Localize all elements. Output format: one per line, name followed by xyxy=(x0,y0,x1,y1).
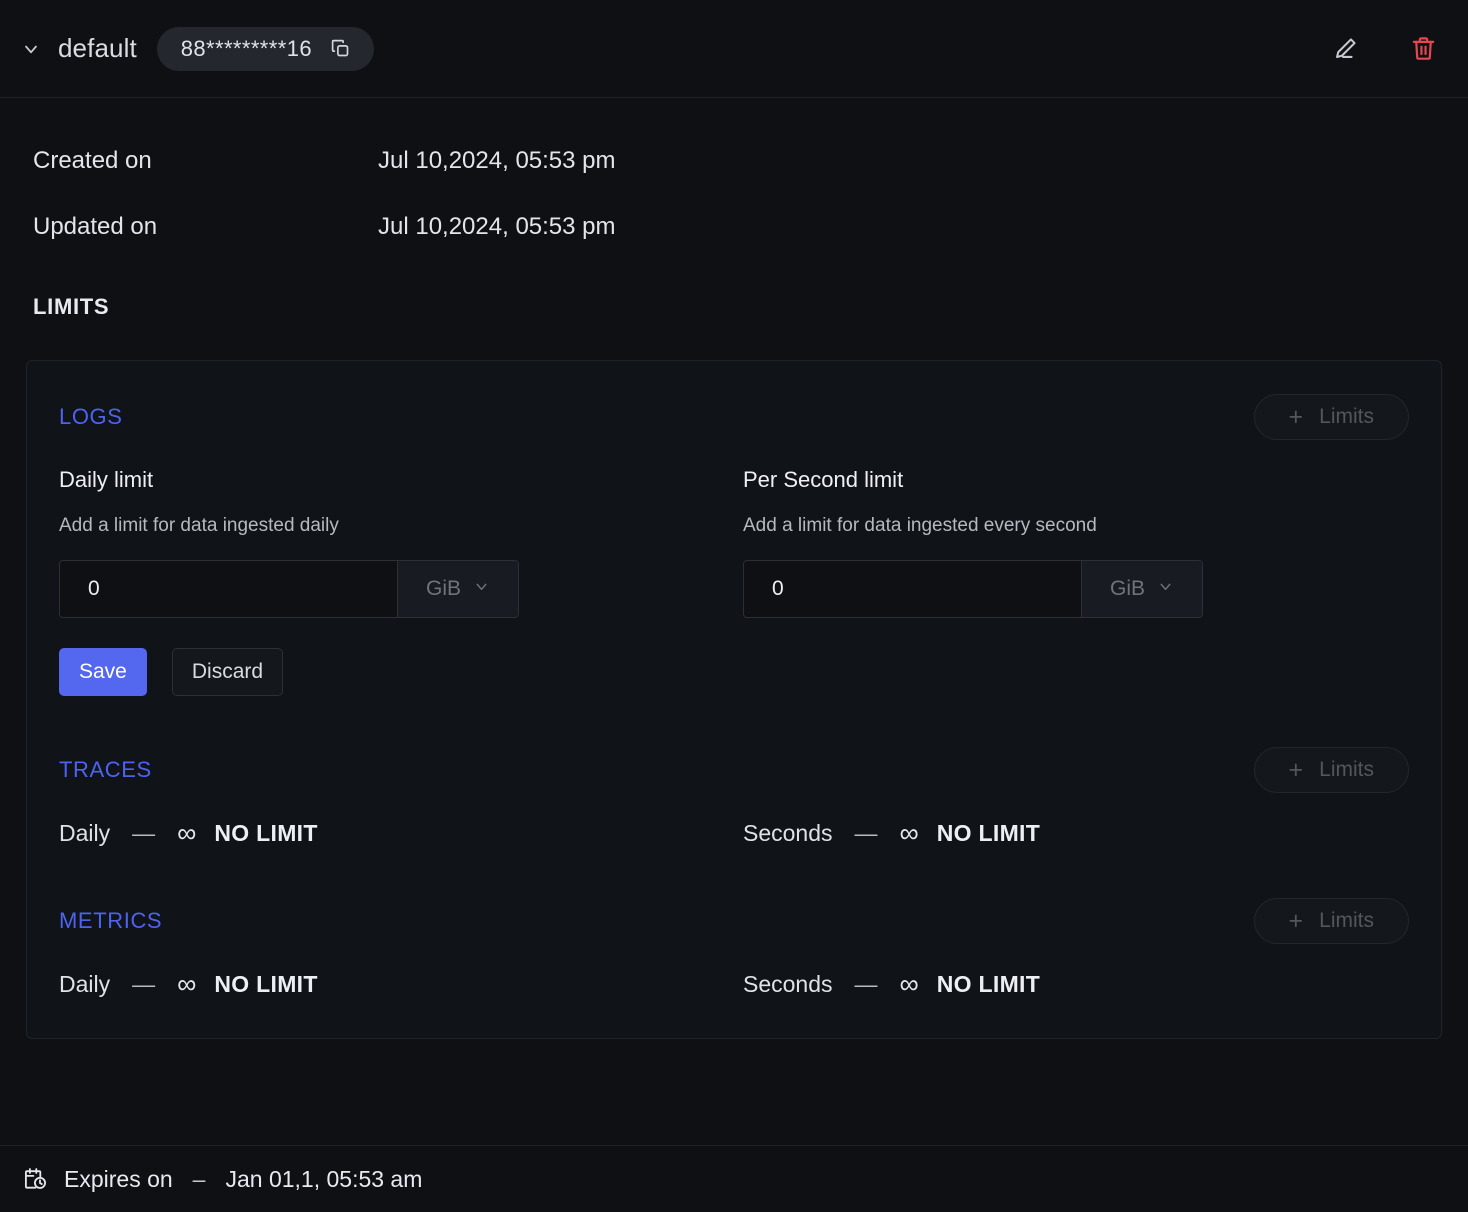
unit-label: GiB xyxy=(425,577,461,600)
trash-icon[interactable] xyxy=(1406,32,1440,66)
metadata-table: Created on Jul 10,2024, 05:53 pm Updated… xyxy=(26,128,1442,260)
limits-group-traces: TRACES + Limits Daily — ∞ NO LIMIT Secon… xyxy=(59,747,1409,847)
metadata-label: Updated on xyxy=(33,213,158,240)
calendar-clock-icon xyxy=(22,1166,48,1192)
row-value: NO LIMIT xyxy=(214,971,318,997)
traces-limit-rows: Daily — ∞ NO LIMIT Seconds — ∞ NO LIMIT xyxy=(59,820,1409,847)
metadata-row-created: Created on Jul 10,2024, 05:53 pm xyxy=(26,128,1442,194)
infinity-icon: ∞ xyxy=(177,818,197,848)
traces-daily-row: Daily — ∞ NO LIMIT xyxy=(59,820,743,847)
group-label-metrics: METRICS xyxy=(59,908,163,933)
chevron-down-icon xyxy=(473,577,490,601)
row-value: NO LIMIT xyxy=(936,820,1041,846)
per-second-limit-input-group: GiB xyxy=(743,560,1203,618)
discard-button[interactable]: Discard xyxy=(171,648,284,696)
per-second-limit-unit-select[interactable]: GiB xyxy=(1081,561,1202,617)
pencil-icon[interactable] xyxy=(1328,32,1362,66)
row-label: Daily xyxy=(59,971,111,997)
infinity-icon: ∞ xyxy=(899,969,919,999)
row-dash: — xyxy=(132,971,156,997)
chevron-down-icon xyxy=(1157,577,1174,601)
field-title: Per Second limit xyxy=(743,467,904,492)
plus-icon: + xyxy=(1288,402,1304,431)
plus-icon: + xyxy=(1288,755,1304,784)
expires-on-label: Expires on xyxy=(64,1165,173,1192)
group-label-logs: LOGS xyxy=(59,404,123,429)
logs-fields: Daily limit Add a limit for data ingeste… xyxy=(59,467,1409,696)
panel-footer: Expires on – Jan 01,1, 05:53 am xyxy=(0,1145,1468,1212)
expires-on-text: Expires on – Jan 01,1, 05:53 am xyxy=(64,1166,422,1193)
api-key-detail-panel: default 88*********16 Created on Jul 10,… xyxy=(0,0,1468,1212)
group-header: LOGS + Limits xyxy=(59,394,1409,440)
row-label: Seconds xyxy=(743,971,833,997)
panel-body: Created on Jul 10,2024, 05:53 pm Updated… xyxy=(0,98,1468,1145)
per-second-limit-input[interactable] xyxy=(744,561,1081,617)
metrics-seconds-row: Seconds — ∞ NO LIMIT xyxy=(743,971,1427,998)
add-limits-label: Limits xyxy=(1319,909,1374,932)
limits-group-logs: LOGS + Limits Daily limit Add a limit fo… xyxy=(59,394,1409,696)
add-limits-label: Limits xyxy=(1319,758,1374,781)
row-value: NO LIMIT xyxy=(936,971,1041,997)
row-label: Seconds xyxy=(743,820,833,846)
chevron-down-icon[interactable] xyxy=(18,36,44,62)
row-label: Daily xyxy=(59,820,111,846)
infinity-icon: ∞ xyxy=(177,969,197,999)
expires-on-dash: – xyxy=(192,1165,206,1192)
metadata-value: Jul 10,2024, 05:53 pm xyxy=(378,147,616,174)
daily-limit-input-group: GiB xyxy=(59,560,519,618)
metadata-row-updated: Updated on Jul 10,2024, 05:53 pm xyxy=(26,194,1442,260)
metrics-limit-rows: Daily — ∞ NO LIMIT Seconds — ∞ NO LIMIT xyxy=(59,971,1409,998)
limits-section-heading: LIMITS xyxy=(33,294,110,319)
plus-icon: + xyxy=(1288,906,1304,935)
field-description: Add a limit for data ingested daily xyxy=(59,515,339,536)
add-limits-button-logs[interactable]: + Limits xyxy=(1253,394,1409,440)
group-header: METRICS + Limits xyxy=(59,898,1409,944)
field-title: Daily limit xyxy=(59,467,154,492)
field-per-second-limit: Per Second limit Add a limit for data in… xyxy=(743,467,1427,696)
limits-group-metrics: METRICS + Limits Daily — ∞ NO LIMIT Seco… xyxy=(59,898,1409,998)
logs-button-row: Save Discard xyxy=(59,648,743,696)
field-description: Add a limit for data ingested every seco… xyxy=(743,515,1097,536)
field-daily-limit: Daily limit Add a limit for data ingeste… xyxy=(59,467,743,696)
expires-on-value: Jan 01,1, 05:53 am xyxy=(225,1165,423,1192)
api-key-token-pill: 88*********16 xyxy=(156,26,374,71)
metadata-value: Jul 10,2024, 05:53 pm xyxy=(378,213,616,240)
row-dash: — xyxy=(854,971,878,997)
metrics-daily-row: Daily — ∞ NO LIMIT xyxy=(59,971,743,998)
row-value: NO LIMIT xyxy=(214,820,318,846)
group-label-traces: TRACES xyxy=(59,757,152,782)
add-limits-label: Limits xyxy=(1319,405,1374,428)
daily-limit-unit-select[interactable]: GiB xyxy=(397,561,518,617)
copy-icon[interactable] xyxy=(328,36,354,62)
metadata-label: Created on xyxy=(33,147,152,174)
save-button[interactable]: Save xyxy=(59,648,147,696)
group-header: TRACES + Limits xyxy=(59,747,1409,793)
limits-card: LOGS + Limits Daily limit Add a limit fo… xyxy=(26,360,1442,1039)
panel-header: default 88*********16 xyxy=(0,0,1468,98)
row-dash: — xyxy=(854,820,878,846)
header-left: default 88*********16 xyxy=(18,26,1328,71)
add-limits-button-metrics[interactable]: + Limits xyxy=(1253,898,1409,944)
daily-limit-input[interactable] xyxy=(60,561,397,617)
unit-label: GiB xyxy=(1109,577,1145,600)
page-title: default xyxy=(58,33,137,63)
header-actions xyxy=(1328,32,1440,66)
add-limits-button-traces[interactable]: + Limits xyxy=(1253,747,1409,793)
api-key-token-value: 88*********16 xyxy=(180,35,312,61)
infinity-icon: ∞ xyxy=(899,818,919,848)
row-dash: — xyxy=(132,820,156,846)
traces-seconds-row: Seconds — ∞ NO LIMIT xyxy=(743,820,1427,847)
